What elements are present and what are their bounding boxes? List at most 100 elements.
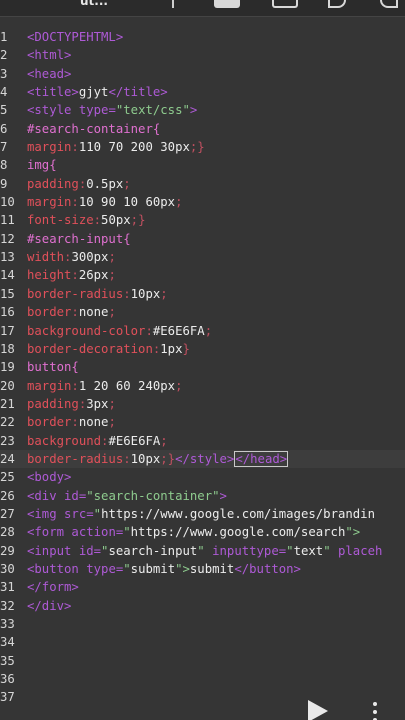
code-line[interactable]: 34 <box>0 633 405 651</box>
code-line[interactable]: 25 <body> <box>0 468 405 486</box>
code-token: </form> <box>27 580 79 595</box>
code-line[interactable]: 12 #search-input{ <box>0 230 405 248</box>
code-token: #E6E6FA <box>108 433 161 448</box>
code-line[interactable]: 27 <img src="https://www.google.com/image… <box>0 505 405 523</box>
line-code: <head> <box>27 65 71 83</box>
line-number: 2 <box>0 48 8 63</box>
line-number: 13 <box>0 250 15 265</box>
line-number: 11 <box>0 213 15 228</box>
more-vertical-icon[interactable] <box>372 702 378 720</box>
code-line[interactable]: 28 <form action="https://www.google.com/s… <box>0 523 405 541</box>
code-token: 110 70 200 30px <box>78 140 190 155</box>
code-line[interactable]: 19 button{ <box>0 358 405 376</box>
code-line[interactable]: 32 </div> <box>0 597 405 615</box>
code-line[interactable]: 37 <box>0 688 405 706</box>
code-token: "> <box>345 525 361 540</box>
line-code: border:none; <box>27 413 116 431</box>
code-line[interactable]: 7 margin:110 70 200 30px;} <box>0 138 405 156</box>
code-token: </title> <box>108 85 168 100</box>
code-token: #search-input{ <box>27 231 131 246</box>
code-token: button{ <box>27 360 79 375</box>
line-number: 34 <box>0 635 15 650</box>
code-line[interactable]: 30 <button type="submit">submit</button> <box>0 560 405 578</box>
code-token: padding <box>27 176 79 191</box>
line-number: 15 <box>0 286 15 301</box>
code-token: text <box>293 543 324 558</box>
line-number: 24 <box>0 451 15 466</box>
code-token: </style> <box>175 451 235 466</box>
play-icon[interactable] <box>308 700 328 720</box>
code-line[interactable]: 21 padding:3px; <box>0 395 405 413</box>
line-code: <div id="search-container"> <box>27 487 227 505</box>
code-line[interactable]: 11 font-size:50px;} <box>0 211 405 229</box>
code-token: : <box>93 213 102 228</box>
line-code: background-color:#E6E6FA; <box>27 322 212 340</box>
toolbar-label[interactable]: ut... <box>80 0 108 8</box>
code-token: : <box>123 451 131 466</box>
code-token: </button> <box>234 561 301 576</box>
code-line[interactable]: 35 <box>0 652 405 670</box>
code-token: "search-container" <box>86 488 220 503</box>
keyboard-icon[interactable] <box>214 0 240 8</box>
save-icon[interactable] <box>272 0 298 8</box>
code-token: border-radius <box>27 451 124 466</box>
redo-icon[interactable] <box>380 0 398 8</box>
code-token: " <box>197 543 213 558</box>
line-code: </form> <box>27 578 79 596</box>
code-line[interactable]: 20 margin:1 20 60 240px; <box>0 377 405 395</box>
code-line[interactable]: 13 width:300px; <box>0 248 405 266</box>
code-line[interactable]: 29 <input id="search-input" inputtype="te… <box>0 542 405 560</box>
code-line[interactable]: 6 #search-container{ <box>0 120 405 138</box>
line-number: 36 <box>0 672 15 687</box>
code-line[interactable]: 17 background-color:#E6E6FA; <box>0 322 405 340</box>
code-token: "> <box>175 561 190 576</box>
code-line[interactable]: 24 border-radius:10px;}</style></head> <box>0 449 405 469</box>
line-code: <input id="search-input" inputtype="text… <box>27 542 382 560</box>
code-token: <body> <box>27 470 72 485</box>
code-line[interactable]: 8 img{ <box>0 156 405 174</box>
line-number: 28 <box>0 525 15 540</box>
code-token: #search-container{ <box>27 121 161 136</box>
code-line[interactable]: 18 border-decoration:1px} <box>0 340 405 358</box>
code-token: ; <box>108 396 116 411</box>
code-line[interactable]: 10 margin:10 90 10 60px; <box>0 193 405 211</box>
code-line[interactable]: 33 <box>0 615 405 633</box>
code-line[interactable]: 4 <title>gjyt</title> <box>0 83 405 101</box>
code-token: https://www.google.com/images/brandin <box>101 506 375 521</box>
line-number: 14 <box>0 268 15 283</box>
code-token: <style <box>27 103 79 118</box>
code-line[interactable]: 15 border-radius:10px; <box>0 285 405 303</box>
code-token: : <box>71 140 79 155</box>
code-token: ;} <box>160 451 176 466</box>
code-token: : <box>71 268 79 283</box>
code-token: ;} <box>130 213 146 228</box>
code-area[interactable]: 1 <DOCTYPEHTML> 2 <html> 3 <head> 4 <title>gjyt… <box>0 28 405 707</box>
code-line[interactable]: 3 <head> <box>0 65 405 83</box>
line-number: 3 <box>0 66 8 81</box>
line-code: </div> <box>27 597 71 615</box>
code-line[interactable]: 14 height:26px; <box>0 266 405 284</box>
code-line[interactable]: 23 background:#E6E6FA; <box>0 432 405 450</box>
code-token: <DOCTYPEHTML> <box>27 30 124 44</box>
code-token: : <box>71 415 79 430</box>
line-code: #search-input{ <box>27 230 131 248</box>
code-token: : <box>71 305 79 320</box>
code-token: ; <box>108 250 116 265</box>
code-line[interactable]: 16 border:none; <box>0 303 405 321</box>
line-code: padding:0.5px; <box>27 175 131 193</box>
code-line[interactable]: 9 padding:0.5px; <box>0 175 405 193</box>
code-token: 50px <box>101 213 131 228</box>
line-number: 6 <box>0 121 8 136</box>
line-number: 30 <box>0 561 15 576</box>
code-line[interactable]: 22 border:none; <box>0 413 405 431</box>
code-line[interactable]: 2 <html> <box>0 46 405 64</box>
line-code: font-size:50px;} <box>27 211 145 229</box>
line-number: 21 <box>0 396 15 411</box>
code-line[interactable]: 36 <box>0 670 405 688</box>
code-line[interactable]: 26 <div id="search-container"> <box>0 487 405 505</box>
code-line[interactable]: 1 <DOCTYPEHTML> <box>0 28 405 46</box>
code-line[interactable]: 31 </form> <box>0 578 405 596</box>
undo-icon[interactable] <box>328 0 346 8</box>
code-token: </head> <box>234 450 289 467</box>
code-line[interactable]: 5 <style type="text/css"> <box>0 101 405 119</box>
